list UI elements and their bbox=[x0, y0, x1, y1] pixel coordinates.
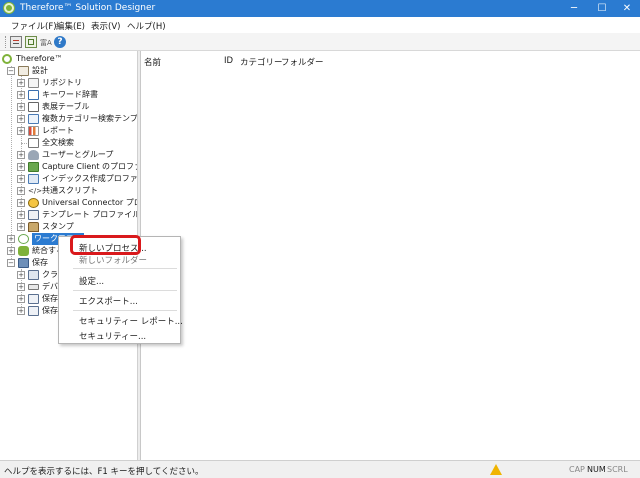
expand-icon[interactable]: + bbox=[17, 175, 25, 183]
tree-node-design-label: 設計 bbox=[32, 66, 48, 75]
tree-root-label: Therefore™ bbox=[16, 54, 63, 63]
cap-indicator: CAP bbox=[569, 465, 585, 474]
tree-item-label: レポート bbox=[42, 126, 74, 135]
designer-icon[interactable] bbox=[25, 36, 37, 48]
column-header-name[interactable]: 名前 bbox=[144, 56, 161, 68]
scrl-indicator: SCRL bbox=[607, 465, 628, 474]
connector-icon bbox=[28, 198, 39, 208]
expand-icon[interactable]: + bbox=[17, 271, 25, 279]
retention-icon bbox=[28, 306, 39, 316]
expand-icon[interactable]: + bbox=[17, 283, 25, 291]
cluster-icon bbox=[28, 270, 39, 280]
storage-icon bbox=[18, 258, 29, 268]
close-button[interactable]: ✕ bbox=[614, 0, 640, 17]
minimize-button[interactable]: ─ bbox=[561, 0, 587, 17]
list-view[interactable]: 名前 ID カテゴリー フォルダー bbox=[141, 51, 640, 460]
tree-item-label: 共通スクリプト bbox=[42, 186, 98, 195]
keyword-icon bbox=[28, 90, 39, 100]
app-logo-icon bbox=[3, 2, 15, 14]
expand-icon[interactable]: + bbox=[17, 307, 25, 315]
window-title: Therefore™ Solution Designer bbox=[20, 3, 156, 13]
fulltext-search-icon bbox=[28, 138, 39, 148]
num-indicator: NUM bbox=[587, 465, 606, 474]
report-chart-icon bbox=[28, 126, 39, 136]
toolbar-grip bbox=[5, 36, 7, 48]
expand-icon[interactable]: + bbox=[17, 163, 25, 171]
capture-client-icon bbox=[28, 162, 39, 172]
expand-icon[interactable]: + bbox=[17, 151, 25, 159]
tree-item-label: 表展テーブル bbox=[42, 102, 90, 111]
script-icon: </> bbox=[28, 187, 43, 195]
device-icon bbox=[28, 284, 39, 290]
expand-icon[interactable]: + bbox=[17, 91, 25, 99]
tree-item-label: スタンプ bbox=[42, 222, 74, 231]
expand-icon[interactable]: + bbox=[17, 115, 25, 123]
tree-item-label: リポジトリ bbox=[42, 78, 82, 87]
status-text: ヘルプを表示するには、F1 キーを押してください。 bbox=[4, 467, 204, 477]
stamp-icon bbox=[28, 222, 39, 232]
maximize-button[interactable]: ☐ bbox=[589, 0, 615, 17]
tree-item-label: Universal Connector プロファ bbox=[42, 198, 137, 207]
title-bar: Therefore™ Solution Designer ─ ☐ ✕ bbox=[0, 0, 640, 17]
expand-icon[interactable]: + bbox=[17, 223, 25, 231]
expand-icon[interactable]: + bbox=[17, 199, 25, 207]
tree-item-label: インデックス作成プロファイル bbox=[42, 174, 138, 183]
menu-view[interactable]: 表示(V) bbox=[91, 20, 120, 32]
tree-item-label: 保存 bbox=[42, 294, 58, 303]
menu-separator bbox=[73, 310, 177, 311]
expand-icon[interactable]: + bbox=[17, 211, 25, 219]
storage-policy-icon bbox=[28, 294, 39, 304]
design-icon bbox=[18, 66, 29, 76]
users-icon bbox=[28, 150, 39, 160]
warning-icon[interactable] bbox=[490, 464, 502, 475]
tree-item-label: Capture Client のプロファイル bbox=[42, 162, 137, 171]
expand-icon[interactable]: + bbox=[17, 103, 25, 111]
tree-item-label: デバ bbox=[42, 282, 58, 291]
toolbar-small-label: 富A bbox=[40, 39, 52, 47]
menu-bar: ファイル(F) 編集(E) 表示(V) ヘルプ(H) bbox=[0, 17, 640, 33]
tree-item-label: クラ bbox=[42, 270, 58, 279]
properties-icon[interactable] bbox=[10, 36, 22, 48]
tree-item-label: 複数カテゴリー検索テンプレー bbox=[42, 114, 138, 123]
therefore-logo-icon bbox=[2, 54, 12, 64]
menu-item-new-folder[interactable]: 新しいフォルダー bbox=[79, 254, 147, 266]
tree-item-label: 全文検索 bbox=[42, 138, 74, 147]
menu-item-security-report[interactable]: セキュリティー レポート... bbox=[79, 315, 183, 327]
menu-item-security[interactable]: セキュリティー... bbox=[79, 330, 146, 342]
column-header-id[interactable]: ID bbox=[224, 56, 233, 66]
collapse-icon[interactable]: − bbox=[7, 67, 15, 75]
expand-icon[interactable]: + bbox=[17, 187, 25, 195]
tree-item-label: テンプレート プロファイル bbox=[42, 210, 138, 219]
collapse-icon[interactable]: − bbox=[7, 259, 15, 267]
highlight-annotation bbox=[70, 235, 141, 255]
expand-icon[interactable]: + bbox=[17, 295, 25, 303]
expand-icon[interactable]: + bbox=[7, 247, 15, 255]
tree-item-label: キーワード辞書 bbox=[42, 90, 98, 99]
search-template-icon bbox=[28, 114, 39, 124]
help-icon[interactable]: ? bbox=[54, 36, 66, 48]
menu-help[interactable]: ヘルプ(H) bbox=[127, 20, 166, 32]
expand-icon[interactable]: + bbox=[17, 127, 25, 135]
expand-icon[interactable]: + bbox=[17, 79, 25, 87]
column-header-folder[interactable]: フォルダー bbox=[281, 56, 324, 68]
column-header-category[interactable]: カテゴリー bbox=[240, 56, 283, 68]
menu-file[interactable]: ファイル(F) bbox=[11, 20, 57, 32]
status-bar: ヘルプを表示するには、F1 キーを押してください。 CAP NUM SCRL bbox=[0, 460, 640, 478]
menu-item-settings[interactable]: 設定... bbox=[79, 275, 104, 287]
table-icon bbox=[28, 102, 39, 112]
toolbar: 富A ? bbox=[0, 33, 640, 51]
menu-edit[interactable]: 編集(E) bbox=[56, 20, 85, 32]
menu-item-export[interactable]: エクスポート... bbox=[79, 295, 138, 307]
tree-item-label: 保存 bbox=[42, 306, 58, 315]
menu-separator bbox=[73, 290, 177, 291]
menu-separator bbox=[73, 268, 177, 269]
template-profile-icon bbox=[28, 210, 39, 220]
indexing-profile-icon bbox=[28, 174, 39, 184]
tree-item-label: ユーザーとグループ bbox=[42, 150, 114, 159]
workflow-icon bbox=[18, 234, 29, 244]
integration-icon bbox=[18, 246, 29, 256]
expand-icon[interactable]: + bbox=[7, 235, 15, 243]
repository-icon bbox=[28, 78, 39, 88]
tree-node-storage-label: 保存 bbox=[32, 258, 48, 267]
